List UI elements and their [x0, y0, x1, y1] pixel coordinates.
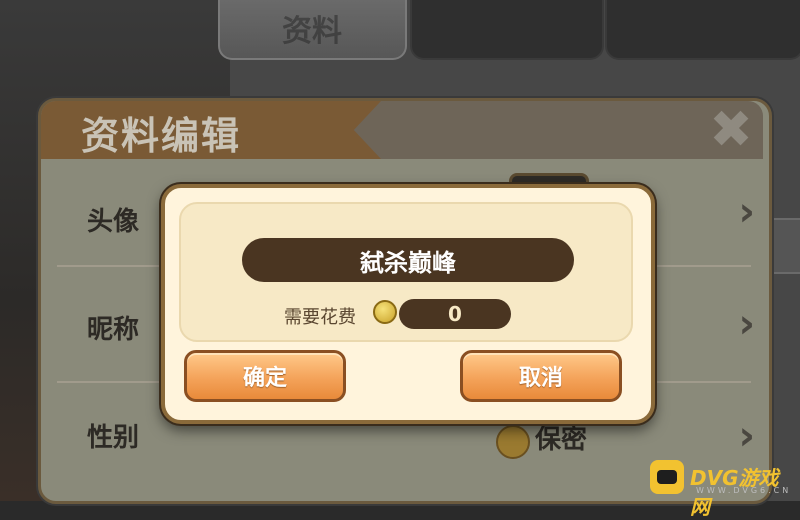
tab-profile-label: 资料 [282, 14, 342, 49]
row-avatar-label: 头像 [87, 207, 140, 237]
row-nickname-label: 昵称 [87, 315, 140, 345]
tab-profile[interactable]: 资料 [218, 0, 407, 60]
gold-coin-icon [373, 300, 397, 324]
panel-title: 资料编辑 [81, 114, 242, 158]
cost-label: 需要花费 [284, 307, 356, 328]
confirm-button[interactable]: 确定 [184, 350, 346, 402]
cancel-button[interactable]: 取消 [460, 350, 622, 402]
chevron-right-icon[interactable]: › [739, 189, 755, 235]
watermark-logo-icon [650, 460, 684, 494]
cost-value: 0 [399, 299, 511, 329]
gender-icon [496, 425, 530, 459]
close-icon[interactable]: ✖ [707, 104, 755, 156]
chevron-right-icon[interactable]: › [739, 413, 755, 459]
watermark-domain: WWW.DVG6.CN [696, 486, 792, 495]
tab-second[interactable] [410, 0, 604, 60]
name-field[interactable]: 弑杀巅峰 [242, 238, 574, 282]
watermark: DVG游戏网 WWW.DVG6.CN [650, 460, 798, 519]
chevron-right-icon[interactable]: › [739, 301, 755, 347]
row-gender-label: 性别 [87, 423, 140, 453]
tab-third[interactable] [605, 0, 800, 60]
dialog-content: 弑杀巅峰 需要花费 0 [179, 202, 633, 342]
gender-value: 保密 [535, 425, 588, 455]
rename-dialog: 弑杀巅峰 需要花费 0 确定 取消 [161, 184, 655, 424]
